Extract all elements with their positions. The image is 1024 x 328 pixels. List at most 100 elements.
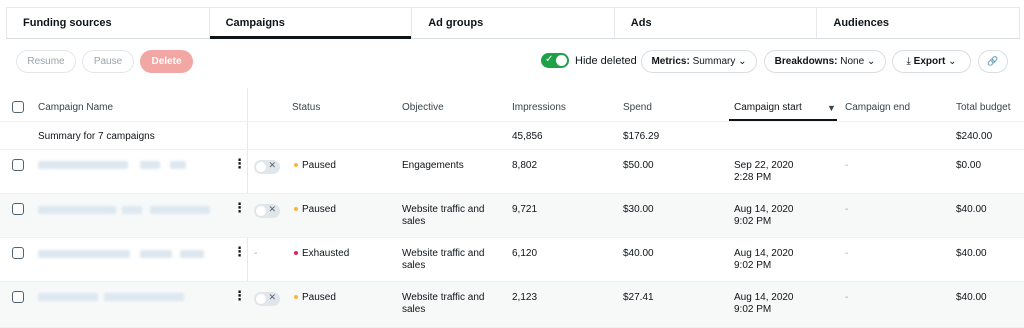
hide-deleted-label: Hide deleted bbox=[575, 54, 637, 67]
more-options-icon[interactable]: ⋮ bbox=[233, 289, 246, 302]
campaign-name-redacted bbox=[38, 206, 116, 214]
status-text: Paused bbox=[302, 160, 336, 171]
link-button[interactable]: 🔗 bbox=[978, 50, 1008, 73]
table-row[interactable]: ⋮ - Exhausted Website traffic and sales … bbox=[0, 238, 1024, 282]
status-badge: Paused bbox=[294, 292, 336, 304]
resume-button[interactable]: Resume bbox=[16, 50, 76, 73]
objective: Engagements bbox=[402, 160, 464, 171]
column-campaign-name[interactable]: Campaign Name bbox=[38, 102, 113, 114]
status-badge: Paused bbox=[294, 204, 336, 216]
breakdowns-dropdown[interactable]: Breakdowns: None ⌄ bbox=[764, 50, 886, 73]
campaign-name-redacted bbox=[150, 206, 210, 214]
total-budget: $40.00 bbox=[956, 292, 987, 303]
campaign-end: - bbox=[845, 204, 849, 215]
link-icon: 🔗 bbox=[987, 56, 999, 66]
sort-desc-icon[interactable]: ▼ bbox=[827, 102, 836, 114]
campaign-status-toggle[interactable]: ✕ bbox=[254, 204, 280, 218]
status-badge: Exhausted bbox=[294, 248, 349, 260]
row-checkbox[interactable] bbox=[12, 247, 24, 259]
spend: $27.41 bbox=[623, 292, 654, 303]
tab-ad-groups[interactable]: Ad groups bbox=[412, 8, 615, 38]
column-spend[interactable]: Spend bbox=[623, 102, 652, 114]
tab-campaigns[interactable]: Campaigns bbox=[209, 8, 413, 39]
campaign-start-date: Aug 14, 2020 bbox=[734, 204, 794, 215]
table-row[interactable]: ⋮ ✕ Paused Website traffic and sales 2,1… bbox=[0, 282, 1024, 328]
toggle-knob bbox=[256, 294, 266, 304]
objective: Website traffic and bbox=[402, 204, 485, 215]
objective: Website traffic and bbox=[402, 248, 485, 259]
more-options-icon[interactable]: ⋮ bbox=[233, 157, 246, 170]
breakdowns-value: None bbox=[840, 56, 865, 67]
column-objective[interactable]: Objective bbox=[402, 102, 444, 114]
column-total-budget[interactable]: Total budget bbox=[956, 102, 1011, 114]
pause-button[interactable]: Pause bbox=[82, 50, 134, 73]
metrics-dropdown[interactable]: Metrics: Summary ⌄ bbox=[641, 50, 757, 73]
campaign-name-redacted bbox=[180, 250, 204, 258]
status-dot-icon bbox=[294, 163, 298, 168]
status-dot-icon bbox=[294, 295, 298, 300]
objective-continued: sales bbox=[402, 304, 426, 315]
table-row[interactable]: ⋮ ✕ Paused Engagements 8,802 $50.00 Sep … bbox=[0, 150, 1024, 194]
campaign-name-redacted bbox=[38, 250, 130, 258]
campaign-start-date: Aug 14, 2020 bbox=[734, 292, 794, 303]
export-button[interactable]: ⤓ Export ⌄ bbox=[892, 50, 971, 73]
toggle-knob bbox=[256, 162, 266, 172]
delete-button[interactable]: Delete bbox=[140, 50, 193, 73]
chevron-down-icon: ⌄ bbox=[866, 56, 876, 67]
campaign-status-toggle-empty: - bbox=[254, 248, 258, 259]
campaign-start-date: Aug 14, 2020 bbox=[734, 248, 794, 259]
checkmark-icon: ✓ bbox=[545, 54, 554, 65]
tab-funding-sources[interactable]: Funding sources bbox=[7, 8, 210, 38]
table-row[interactable]: ⋮ ✕ Paused Website traffic and sales 9,7… bbox=[0, 194, 1024, 238]
tab-ads[interactable]: Ads bbox=[615, 8, 818, 38]
summary-spend: $176.29 bbox=[623, 131, 660, 142]
campaign-end: - bbox=[845, 292, 849, 303]
more-options-icon[interactable]: ⋮ bbox=[233, 201, 246, 214]
spend: $50.00 bbox=[623, 160, 654, 171]
column-impressions[interactable]: Impressions bbox=[512, 102, 566, 114]
impressions: 9,721 bbox=[512, 204, 538, 215]
summary-impressions: 45,856 bbox=[512, 131, 543, 142]
status-text: Paused bbox=[302, 204, 336, 215]
campaign-status-toggle[interactable]: ✕ bbox=[254, 292, 280, 306]
table-header: Campaign Name Status Objective Impressio… bbox=[0, 88, 1024, 122]
campaign-name-redacted bbox=[122, 206, 142, 214]
select-all-checkbox[interactable] bbox=[12, 101, 24, 113]
campaign-name-redacted bbox=[140, 161, 160, 169]
tab-audiences[interactable]: Audiences bbox=[817, 8, 1019, 38]
summary-budget: $240.00 bbox=[956, 131, 993, 142]
objective-continued: sales bbox=[402, 260, 426, 271]
campaign-start-date: Sep 22, 2020 bbox=[734, 160, 794, 171]
objective-continued: sales bbox=[402, 216, 426, 227]
campaign-name-redacted bbox=[104, 293, 184, 301]
export-label: Export bbox=[913, 56, 946, 67]
campaign-name-redacted bbox=[170, 161, 186, 169]
column-campaign-end[interactable]: Campaign end bbox=[845, 102, 910, 114]
campaign-status-toggle[interactable]: ✕ bbox=[254, 160, 280, 174]
campaign-name-redacted bbox=[38, 293, 98, 301]
chevron-down-icon: ⌄ bbox=[948, 56, 957, 67]
hide-deleted-toggle[interactable]: ✓ bbox=[541, 53, 569, 68]
total-budget: $40.00 bbox=[956, 248, 987, 259]
hide-deleted-control[interactable]: ✓ Hide deleted bbox=[541, 53, 637, 68]
total-budget: $0.00 bbox=[956, 160, 982, 171]
more-options-icon[interactable]: ⋮ bbox=[233, 245, 246, 258]
campaign-start-time: 9:02 PM bbox=[734, 304, 772, 315]
export-icon: ⤓ bbox=[906, 56, 911, 67]
impressions: 6,120 bbox=[512, 248, 538, 259]
toggle-knob bbox=[556, 55, 567, 66]
row-checkbox[interactable] bbox=[12, 291, 24, 303]
status-text: Exhausted bbox=[302, 248, 350, 259]
status-dot-icon bbox=[294, 251, 298, 256]
close-icon: ✕ bbox=[268, 160, 276, 170]
summary-label: Summary for 7 campaigns bbox=[38, 131, 155, 142]
row-checkbox[interactable] bbox=[12, 203, 24, 215]
row-checkbox[interactable] bbox=[12, 159, 24, 171]
campaign-start-time: 9:02 PM bbox=[734, 216, 772, 227]
total-budget: $40.00 bbox=[956, 204, 987, 215]
column-status[interactable]: Status bbox=[292, 102, 320, 114]
campaign-name-redacted bbox=[38, 161, 128, 169]
close-icon: ✕ bbox=[268, 292, 276, 302]
column-campaign-start[interactable]: Campaign start bbox=[734, 102, 802, 114]
campaign-start-time: 2:28 PM bbox=[734, 172, 772, 183]
